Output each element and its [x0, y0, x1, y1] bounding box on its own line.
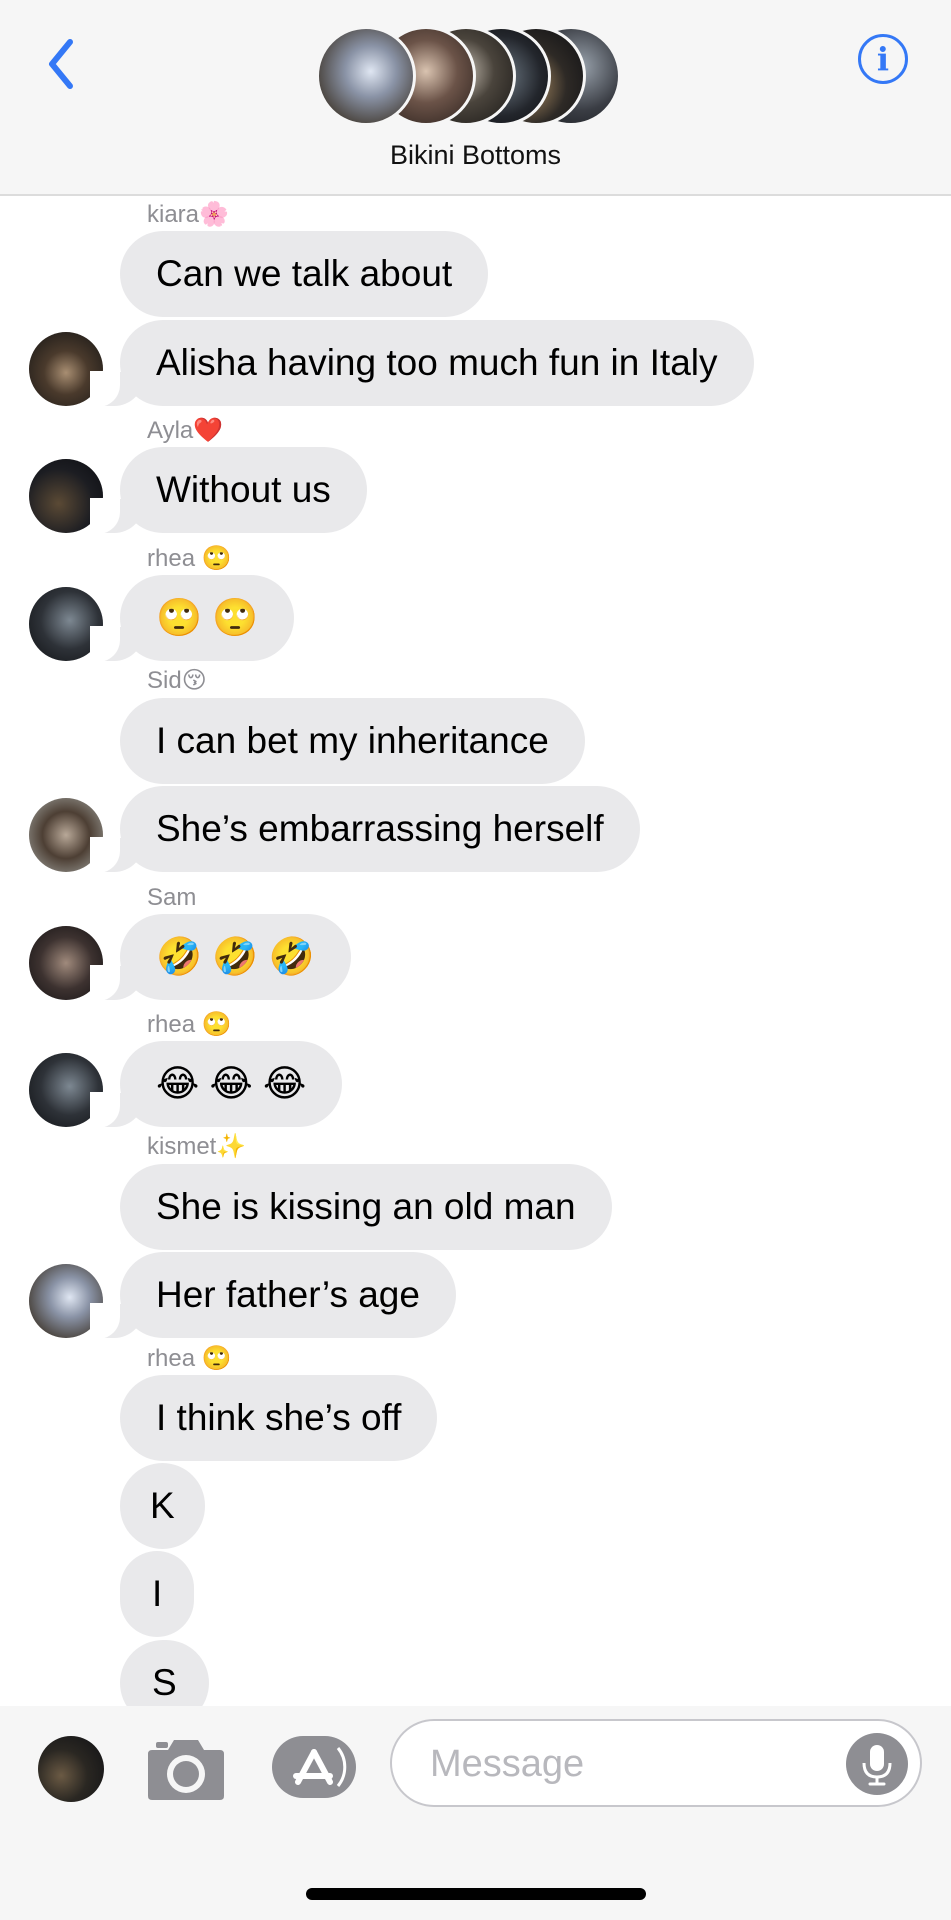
back-button[interactable]: [40, 30, 90, 100]
sender-name: Sam: [147, 884, 197, 911]
message-bubble[interactable]: 🤣 🤣 🤣: [90, 914, 351, 1001]
group-member-avatar: [316, 26, 416, 126]
sender-name: kismet✨: [147, 1133, 247, 1160]
sender-name: kiara🌸: [147, 201, 229, 228]
group-title[interactable]: Bikini Bottoms: [0, 140, 951, 171]
message-text: 🤣 🤣 🤣: [156, 936, 315, 977]
sender-name: rhea 🙄: [147, 1011, 232, 1038]
message-bubble[interactable]: She’s embarrassing herself: [90, 786, 640, 873]
message-input[interactable]: [428, 1737, 832, 1791]
message-text: Without us: [156, 469, 331, 510]
dictation-button[interactable]: [846, 1733, 908, 1795]
conversation-header: Bikini Bottoms i: [0, 0, 951, 196]
home-indicator[interactable]: [306, 1888, 646, 1900]
camera-button[interactable]: [146, 1734, 226, 1802]
my-avatar[interactable]: [38, 1736, 104, 1802]
sender-name: Ayla❤️: [147, 417, 224, 444]
sender-name: Sid😚: [147, 667, 207, 694]
message-bubble[interactable]: Can we talk about: [120, 231, 489, 317]
info-button[interactable]: i: [858, 34, 908, 84]
microphone-icon: [862, 1745, 892, 1786]
message-text: 🙄 🙄: [156, 597, 259, 638]
message-text: Her father’s age: [156, 1274, 420, 1315]
message-bubble[interactable]: Without us: [90, 447, 367, 534]
message-text: She’s embarrassing herself: [156, 808, 604, 849]
message-text: Alisha having too much fun in Italy: [156, 342, 718, 383]
message-bubble[interactable]: She is kissing an old man: [120, 1164, 612, 1250]
message-bubble[interactable]: Alisha having too much fun in Italy: [90, 320, 754, 407]
message-text: 😂 😂 😂: [156, 1063, 307, 1104]
sender-name: rhea 🙄: [147, 545, 232, 572]
app-store-icon: [272, 1736, 356, 1798]
info-circle-icon: i: [876, 40, 890, 78]
message-text: Can we talk about: [156, 253, 453, 294]
message-bubble[interactable]: 🙄 🙄: [89, 575, 295, 662]
message-text: I can bet my inheritance: [156, 720, 549, 761]
chevron-left-icon: [49, 39, 73, 89]
message-bubble[interactable]: K: [120, 1463, 205, 1549]
message-text: I: [152, 1573, 163, 1614]
message-text: She is kissing an old man: [156, 1186, 576, 1227]
message-bubble[interactable]: 😂 😂 😂: [89, 1041, 343, 1128]
message-text: K: [150, 1485, 175, 1526]
message-bubble[interactable]: Her father’s age: [90, 1252, 456, 1339]
camera-icon: [148, 1740, 224, 1800]
message-bubble[interactable]: I: [120, 1551, 195, 1637]
group-avatar-stack[interactable]: [316, 26, 621, 126]
message-text: S: [152, 1662, 177, 1703]
app-store-button[interactable]: [272, 1736, 356, 1798]
message-field[interactable]: [390, 1719, 922, 1807]
sender-name: rhea 🙄: [147, 1345, 232, 1372]
message-text: I think she’s off: [156, 1397, 402, 1438]
message-bubble[interactable]: I can bet my inheritance: [120, 698, 585, 784]
message-bubble[interactable]: I think she’s off: [120, 1375, 438, 1461]
